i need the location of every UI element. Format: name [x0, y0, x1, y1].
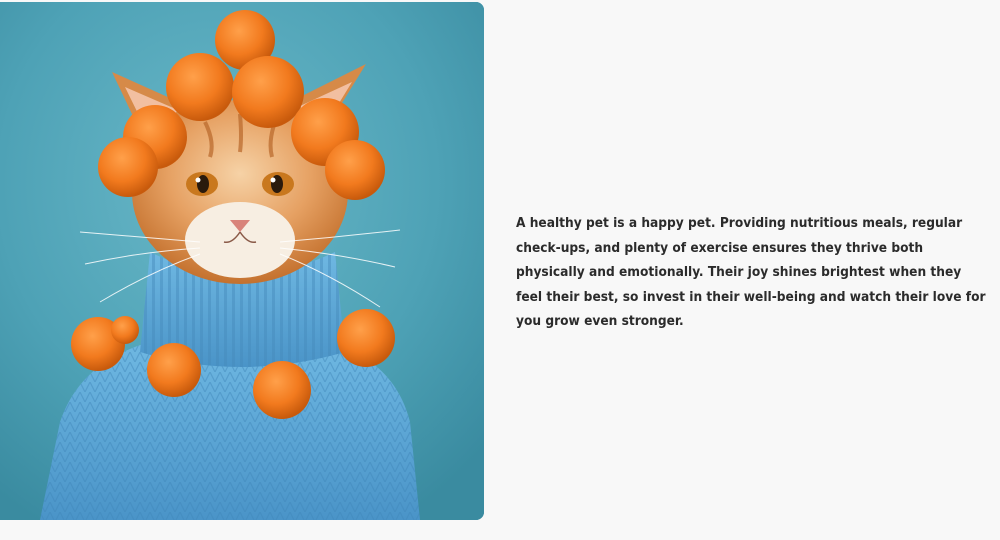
cat-in-sweater-illustration: [0, 2, 484, 520]
pet-health-paragraph: A healthy pet is a happy pet. Providing …: [516, 215, 986, 329]
cat-photo: [0, 2, 484, 520]
content-section: A healthy pet is a happy pet. Providing …: [0, 0, 1000, 540]
